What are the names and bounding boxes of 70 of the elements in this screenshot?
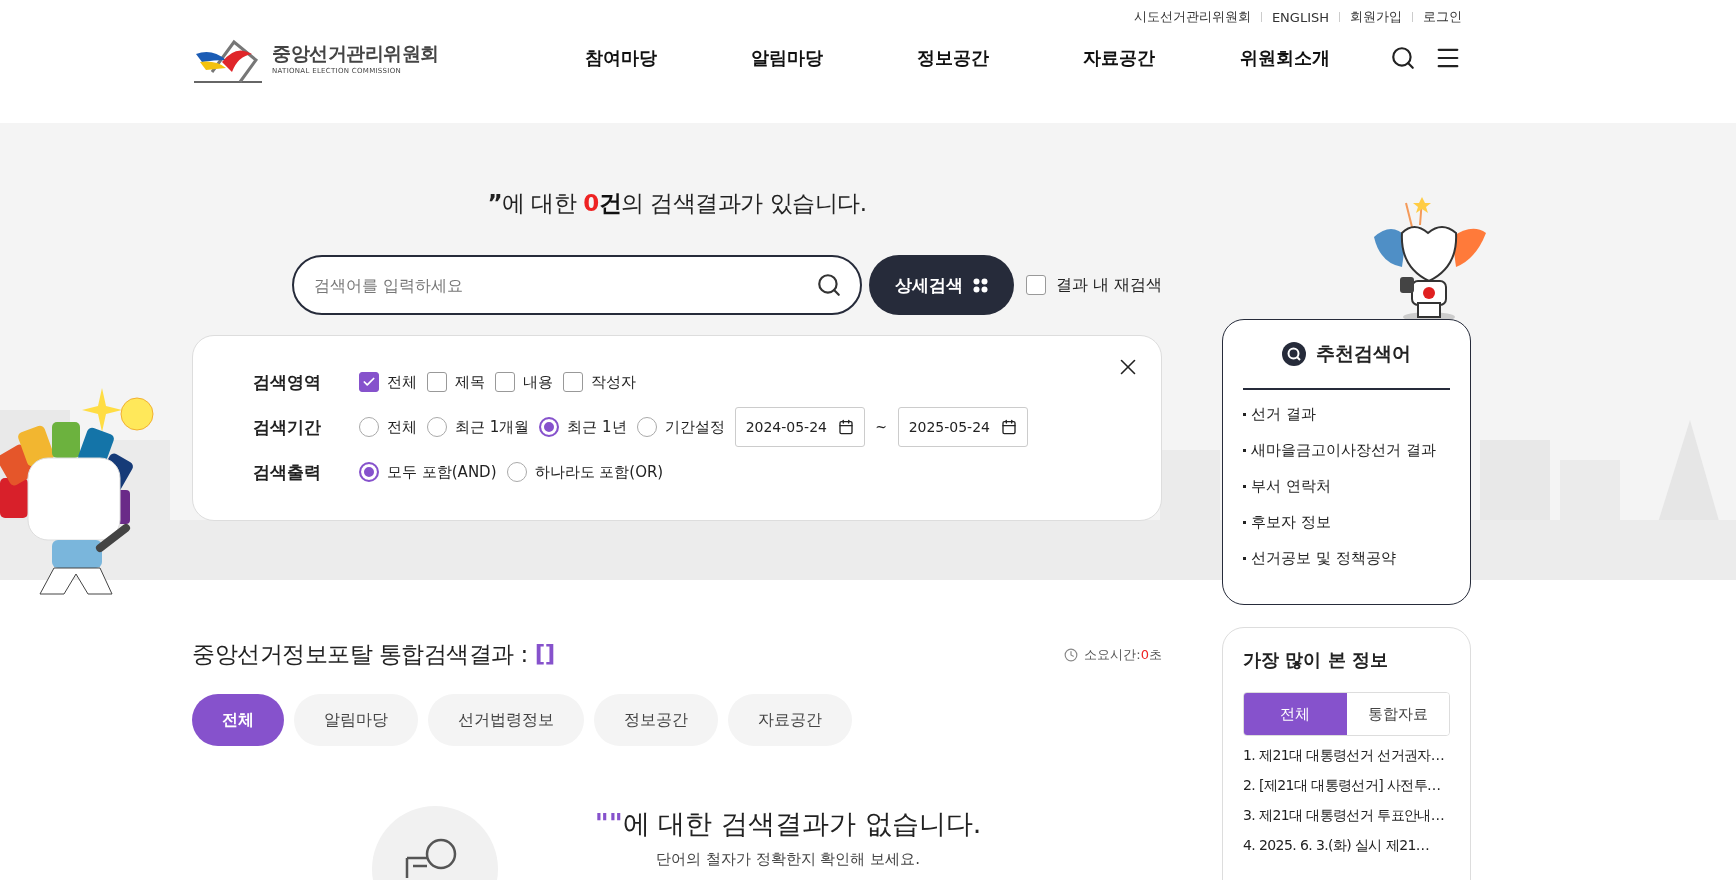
filter-label: 검색출력 [253, 461, 322, 483]
popular-tab[interactable]: 전체 [1244, 693, 1347, 735]
radio-button[interactable] [539, 417, 560, 437]
grid-icon [972, 277, 988, 293]
nav-item[interactable]: 위원회소개 [1202, 46, 1368, 70]
nav-item[interactable]: 정보공간 [870, 46, 1036, 70]
filter-label: 검색영역 [253, 371, 322, 393]
card-title: 추천검색어 [1316, 341, 1411, 366]
nav-item[interactable]: 자료공간 [1036, 46, 1202, 70]
option-label: 제목 [455, 373, 485, 391]
option-label: 작성자 [591, 373, 636, 391]
search-icon[interactable] [816, 272, 842, 298]
category-tab[interactable]: 선거법령정보 [428, 694, 584, 746]
checkbox[interactable] [1025, 275, 1046, 295]
checkbox[interactable] [427, 372, 447, 392]
elapsed-time: 소요시간:0초 [1084, 645, 1162, 664]
recommended-keyword[interactable]: 후보자 정보 [1243, 504, 1450, 540]
category-tab[interactable]: 정보공간 [594, 694, 718, 746]
popular-item[interactable]: 1. 제21대 대통령선거 선거권자… [1243, 745, 1450, 766]
logo-title: 중앙선거관리위원회 [272, 41, 439, 66]
recommended-keyword[interactable]: 선거 결과 [1243, 396, 1450, 432]
utility-link[interactable]: ENGLISH [1271, 9, 1329, 25]
checkmark-icon [362, 375, 376, 389]
date-field[interactable]: 2024-05-24 [734, 407, 865, 447]
category-tab[interactable]: 자료공간 [728, 694, 852, 746]
radio-button[interactable] [359, 417, 379, 437]
result-count-heading: ”에 대한 0건의 검색결과가 있습니다. [486, 189, 868, 218]
category-tab[interactable]: 전체 [192, 694, 284, 746]
category-tab[interactable]: 알림마당 [294, 694, 418, 746]
search-field[interactable]: 검색어를 입력하세요 [292, 255, 862, 315]
radio-button[interactable] [359, 462, 379, 482]
popular-item[interactable]: 2. [제21대 대통령선거] 사전투… [1243, 775, 1450, 796]
recommended-keyword[interactable]: 선거공보 및 정책공약 [1243, 540, 1450, 576]
no-results-hint: 단어의 철자가 정확한지 확인해 보세요. [656, 850, 920, 869]
nav-item[interactable]: 알림마당 [704, 46, 870, 70]
nav-item[interactable]: 참여마당 [538, 46, 704, 70]
checkbox[interactable] [495, 372, 515, 392]
option-label: 내용 [523, 373, 553, 391]
filter-label: 검색기간 [253, 416, 322, 438]
option-label: 전체 [387, 418, 417, 436]
recommended-keyword[interactable]: 부서 연락처 [1243, 468, 1450, 504]
checkbox[interactable] [563, 372, 583, 392]
no-results-heading: ""에 대한 검색결과가 없습니다. [594, 807, 982, 841]
popular-item[interactable]: 4. 2025. 6. 3.(화) 실시 제21… [1243, 835, 1450, 856]
option-label: 최근 1년 [567, 418, 627, 436]
date-field[interactable]: 2025-05-24 [897, 407, 1028, 447]
recommended-keyword[interactable]: 새마을금고이사장선거 결과 [1243, 432, 1450, 468]
option-label: 최근 1개월 [455, 418, 530, 436]
radio-button[interactable] [427, 417, 447, 437]
search-icon [1282, 342, 1306, 366]
radio-button[interactable] [506, 462, 527, 482]
card-title: 가장 많이 본 정보 [1243, 648, 1389, 672]
calendar-icon[interactable] [837, 419, 854, 435]
checkbox[interactable] [359, 372, 379, 392]
radio-button[interactable] [636, 417, 657, 437]
results-title: 중앙선거정보포탈 통합검색결과 : [] [192, 640, 555, 669]
date-separator: ~ [874, 418, 888, 436]
checkbox-label: 결과 내 재검색 [1055, 274, 1162, 296]
utility-link[interactable]: 로그인 [1423, 8, 1462, 26]
utility-link[interactable]: 시도선거관리위원회 [1133, 8, 1251, 26]
option-label: 모두 포함(AND) [387, 463, 497, 481]
calendar-icon[interactable] [1000, 419, 1017, 435]
search-icon[interactable] [1390, 45, 1416, 71]
popular-item[interactable]: 3. 제21대 대통령선거 투표안내… [1243, 805, 1450, 826]
option-label: 하나라도 포함(OR) [534, 463, 664, 481]
option-label: 기간설정 [664, 418, 725, 436]
utility-link[interactable]: 회원가입 [1350, 8, 1402, 26]
detail-search-button[interactable]: 상세검색 [869, 255, 1014, 315]
clock-icon [1064, 647, 1079, 662]
option-label: 전체 [387, 373, 417, 391]
